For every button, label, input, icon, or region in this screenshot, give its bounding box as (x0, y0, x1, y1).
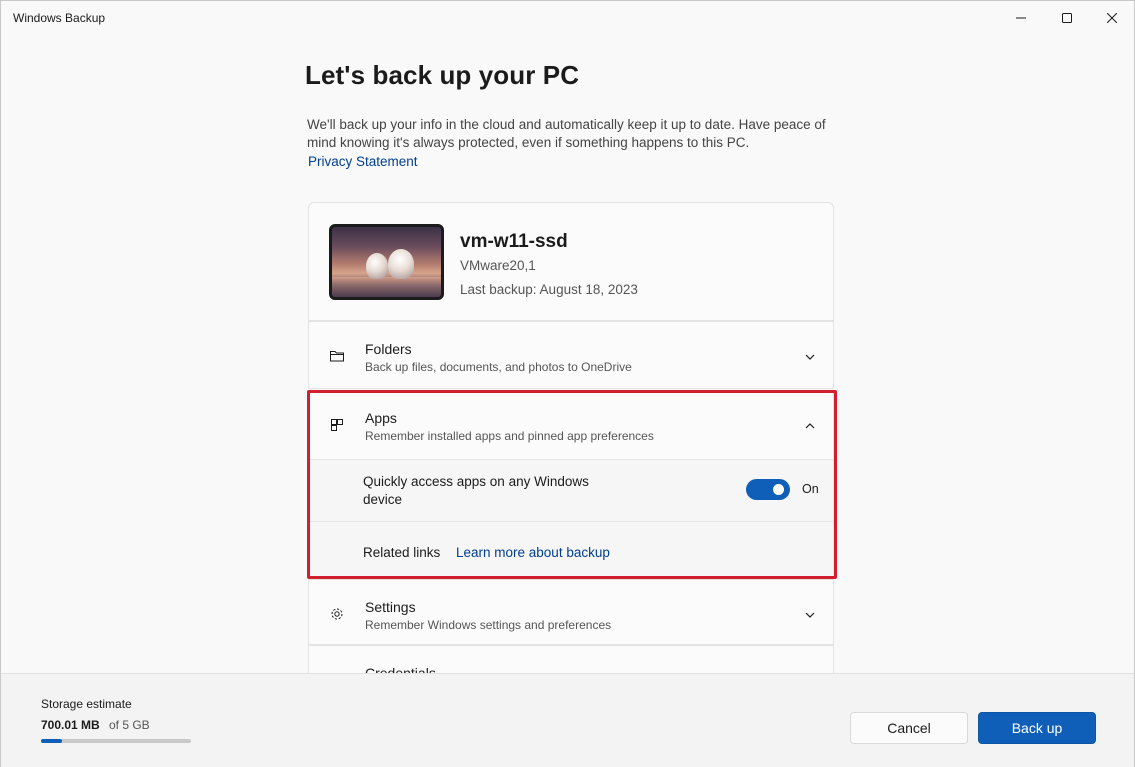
close-button[interactable] (1089, 1, 1135, 35)
toggle-state-label: On (802, 482, 819, 496)
thumbnail-swan (366, 253, 388, 279)
device-card: vm-w11-ssd VMware20,1 Last backup: Augus… (308, 202, 834, 321)
apps-section: Apps Remember installed apps and pinned … (308, 390, 834, 578)
learn-more-backup-link[interactable]: Learn more about backup (456, 545, 610, 560)
storage-progress-fill (41, 739, 62, 743)
credentials-title: Credentials (365, 665, 436, 673)
apps-title: Apps (365, 410, 397, 426)
credentials-section[interactable]: Credentials (308, 645, 834, 673)
maximize-icon (1062, 13, 1072, 23)
page-title: Let's back up your PC (305, 60, 580, 90)
storage-total-value: of 5 GB (109, 718, 150, 732)
folders-section[interactable]: Folders Back up files, documents, and ph… (308, 321, 834, 389)
privacy-statement-link[interactable]: Privacy Statement (308, 154, 418, 169)
folders-subtitle: Back up files, documents, and photos to … (365, 360, 632, 374)
settings-subtitle: Remember Windows settings and preference… (365, 618, 612, 632)
apps-sync-toggle[interactable] (746, 479, 790, 500)
apps-sync-setting: Quickly access apps on any Windows devic… (309, 459, 833, 521)
storage-used-value: 700.01 MB (41, 718, 100, 732)
apps-subtitle: Remember installed apps and pinned app p… (365, 429, 654, 443)
folder-icon (330, 351, 344, 362)
settings-title: Settings (365, 599, 416, 615)
related-links-label: Related links (363, 545, 441, 560)
device-wallpaper-thumbnail (329, 224, 444, 300)
storage-progress-bar (41, 739, 191, 743)
chevron-down-icon[interactable] (803, 608, 817, 622)
minimize-icon (1016, 17, 1026, 19)
maximize-button[interactable] (1044, 1, 1090, 35)
gear-icon (331, 608, 343, 620)
page-description: We'll back up your info in the cloud and… (307, 117, 826, 150)
cancel-button[interactable]: Cancel (850, 712, 968, 744)
minimize-button[interactable] (998, 1, 1044, 35)
folders-title: Folders (365, 341, 412, 357)
main-content[interactable]: Let's back up your PC We'll back up your… (1, 35, 1134, 673)
apps-section-header[interactable]: Apps Remember installed apps and pinned … (309, 391, 833, 459)
app-title: Windows Backup (13, 11, 106, 25)
title-bar: Windows Backup (1, 1, 1134, 35)
back-up-button[interactable]: Back up (978, 712, 1096, 744)
last-backup-date: Last backup: August 18, 2023 (460, 282, 638, 297)
device-name: vm-w11-ssd (460, 231, 568, 252)
toggle-knob (773, 484, 784, 495)
storage-estimate-label: Storage estimate (41, 697, 132, 711)
footer-bar: Storage estimate 700.01 MB of 5 GB Cance… (1, 673, 1134, 767)
chevron-up-icon[interactable] (803, 419, 817, 433)
thumbnail-swan (388, 249, 414, 279)
related-links-row: Related links Learn more about backup (309, 521, 833, 578)
thumbnail-water (332, 277, 441, 297)
windows-backup-window: Windows Backup Let's back up your PC We'… (0, 0, 1135, 767)
apps-icon (331, 419, 343, 431)
close-icon (1107, 13, 1117, 23)
chevron-down-icon[interactable] (803, 350, 817, 364)
device-model: VMware20,1 (460, 258, 536, 273)
apps-sync-label: Quickly access apps on any Windows devic… (363, 474, 589, 507)
settings-section[interactable]: Settings Remember Windows settings and p… (308, 579, 834, 645)
